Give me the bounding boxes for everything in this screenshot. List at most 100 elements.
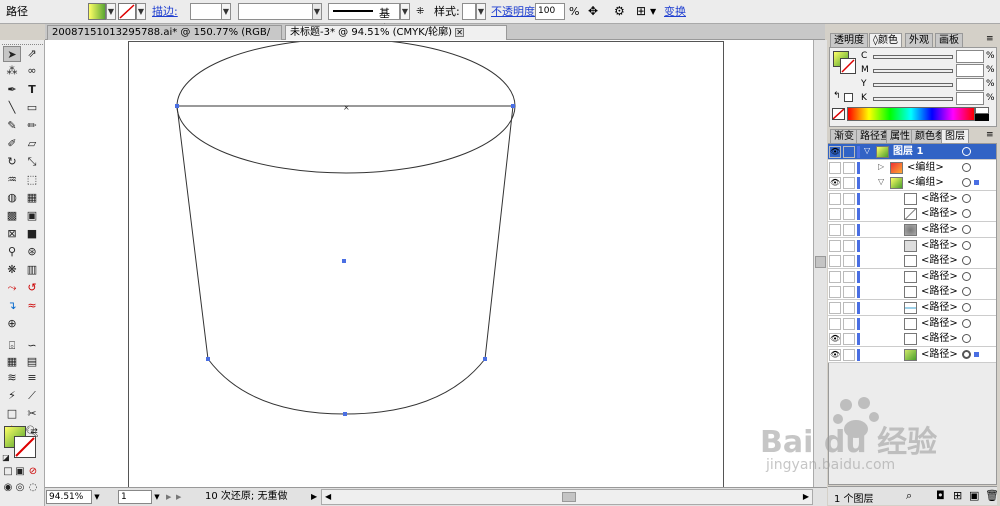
style-dropdown-icon[interactable]: ▼ — [476, 3, 486, 20]
stroke-weight-dropdown-icon[interactable]: ▼ — [221, 3, 231, 20]
visibility-toggle[interactable] — [829, 192, 841, 205]
lock-toggle[interactable] — [843, 161, 855, 174]
visibility-toggle[interactable] — [829, 270, 841, 283]
visibility-toggle[interactable] — [829, 208, 841, 221]
new-layer-icon[interactable]: ▣ — [969, 489, 979, 502]
target-icon[interactable] — [962, 287, 971, 297]
cup-artwork[interactable]: × — [129, 38, 725, 489]
eraser-tool-icon[interactable]: ▱ — [23, 136, 41, 152]
visibility-toggle[interactable] — [829, 317, 841, 330]
lock-toggle[interactable] — [843, 239, 855, 252]
gradient-mode-icon[interactable]: ▣ — [14, 464, 26, 480]
eyedropper-tool-icon[interactable]: ⚲ — [3, 244, 21, 260]
scale-tool-icon[interactable]: ⤡ — [23, 154, 41, 170]
artboard[interactable]: × — [128, 38, 725, 489]
lock-toggle[interactable] — [843, 224, 855, 236]
channel-slider[interactable] — [873, 55, 953, 59]
draw-inside-icon[interactable]: ◌ — [27, 480, 39, 496]
visibility-toggle[interactable]: 👁︎ — [829, 146, 841, 158]
layer-row[interactable]: <路径> — [828, 300, 996, 316]
lock-toggle[interactable] — [843, 348, 855, 361]
target-icon[interactable] — [962, 334, 971, 344]
layer-row[interactable]: <路径> — [828, 222, 996, 238]
brush-definition-field[interactable]: 基本 — [328, 3, 400, 36]
recolor-icon[interactable]: ✥ — [588, 3, 598, 20]
panel-tab-gradient[interactable]: 渐变 — [830, 129, 858, 143]
status-menu-icon[interactable]: ▶ — [311, 490, 319, 504]
visibility-toggle[interactable] — [829, 302, 841, 314]
panel-menu-icon[interactable]: ≡ — [986, 34, 994, 44]
lock-toggle[interactable] — [843, 208, 855, 221]
line-tool-icon[interactable]: ╲ — [3, 100, 21, 116]
target-icon[interactable] — [962, 271, 971, 281]
graph-tool-icon[interactable]: ▥ — [23, 262, 41, 278]
lock-toggle[interactable] — [843, 255, 855, 268]
panel-menu-icon[interactable]: ≡ — [986, 130, 994, 140]
layer-row[interactable]: 👁︎ ▽ <编组> — [828, 175, 996, 192]
lock-toggle[interactable] — [843, 192, 855, 205]
align-icon[interactable]: ⊞ — [636, 3, 646, 20]
horizontal-scrollbar[interactable]: ◀ ▶ — [321, 489, 813, 505]
delete-layer-icon[interactable]: 🗑︎ — [985, 489, 999, 502]
fill-dropdown-icon[interactable]: ▼ — [106, 3, 116, 20]
zoom-dropdown-icon[interactable]: ▼ — [92, 490, 102, 504]
cut-tool-icon[interactable]: ✂ — [23, 406, 41, 422]
target-icon[interactable] — [962, 318, 971, 328]
last-color-swatch[interactable] — [844, 93, 853, 102]
path-tool-icon[interactable]: ↴ — [3, 298, 21, 314]
channel-slider[interactable] — [873, 83, 953, 87]
visibility-toggle[interactable]: 👁︎ — [829, 177, 841, 190]
channel-input[interactable] — [956, 64, 984, 77]
rectangle-tool-icon[interactable]: ▭ — [23, 100, 41, 116]
visibility-toggle[interactable]: 👁︎ — [829, 348, 841, 361]
gear-icon[interactable]: ⚙ — [614, 3, 625, 20]
artboard-number-field[interactable]: 1 — [118, 490, 152, 504]
panel-tab-appearance[interactable]: 外观 — [905, 33, 933, 47]
target-icon[interactable] — [962, 240, 971, 250]
doc-tab-1[interactable]: 20087151013295788.ai* @ 150.77% (RGB/预览)… — [47, 25, 282, 52]
blob-brush-tool-icon[interactable]: ✐ — [3, 136, 21, 152]
visibility-toggle[interactable] — [829, 224, 841, 236]
transform-link[interactable]: 变换 — [664, 3, 686, 20]
target-icon[interactable] — [962, 193, 971, 203]
rotate-tool-icon[interactable]: ↻ — [3, 154, 21, 170]
scissors-curve-tool-icon[interactable]: ≋ — [3, 370, 21, 386]
gradient-tool-icon[interactable]: ■ — [23, 226, 41, 242]
prev-artboard-icon[interactable]: ▶ — [166, 490, 174, 504]
stroke-swatch[interactable] — [118, 3, 136, 20]
selection-tool-icon[interactable]: ➤ — [3, 46, 21, 62]
layer-row-header[interactable]: 👁︎ ▽ 图层 1 — [828, 144, 996, 160]
mesh-tool-icon[interactable]: ⊠ — [3, 226, 21, 242]
wave-tool-icon[interactable]: ∽ — [23, 338, 41, 354]
draw-normal-icon[interactable]: ◉ — [2, 480, 14, 496]
scroll-right-icon[interactable]: ▶ — [803, 490, 809, 504]
blend-tool-icon[interactable]: ⊛ — [23, 244, 41, 260]
type-tool-icon[interactable]: T — [23, 82, 41, 98]
lasso-tool-icon[interactable]: ∞ — [23, 63, 41, 79]
layer-row[interactable]: <路径> — [828, 268, 996, 285]
doc-tab-2[interactable]: 未标题-3* @ 94.51% (CMYK/轮廓) ✕ — [285, 25, 507, 40]
selected-art-indicator[interactable] — [974, 351, 979, 357]
layer-row[interactable]: 👁︎ <路径> — [828, 346, 996, 363]
artboard-tool-icon[interactable]: □ — [3, 406, 21, 422]
layer-row[interactable]: <路径> — [828, 253, 996, 270]
grid-options-icon[interactable]: ⁜ — [416, 3, 424, 20]
lock-toggle[interactable] — [843, 270, 855, 283]
list-tool-icon[interactable]: ≡ — [23, 370, 41, 386]
target-icon[interactable] — [962, 303, 971, 312]
artboard-dropdown-icon[interactable]: ▼ — [152, 490, 162, 504]
none-mode-icon[interactable]: ⊘ — [27, 464, 39, 480]
style-swatch[interactable] — [462, 3, 476, 20]
magic-wand-tool-icon[interactable]: ⁂ — [3, 63, 21, 79]
lock-toggle[interactable] — [843, 317, 855, 330]
target-icon[interactable] — [962, 349, 971, 359]
none-color-button[interactable] — [832, 108, 845, 120]
perspective-grid-tool-icon[interactable]: ▩ — [3, 208, 21, 224]
target-icon[interactable] — [962, 256, 971, 266]
new-sublayer-icon[interactable]: ⊞ — [953, 489, 962, 502]
lock-toggle[interactable] — [843, 333, 855, 346]
opacity-link[interactable]: 不透明度: — [491, 3, 539, 20]
visibility-toggle[interactable] — [829, 255, 841, 268]
layer-row[interactable]: <路径> — [828, 237, 996, 254]
lock-toggle[interactable] — [843, 177, 855, 190]
